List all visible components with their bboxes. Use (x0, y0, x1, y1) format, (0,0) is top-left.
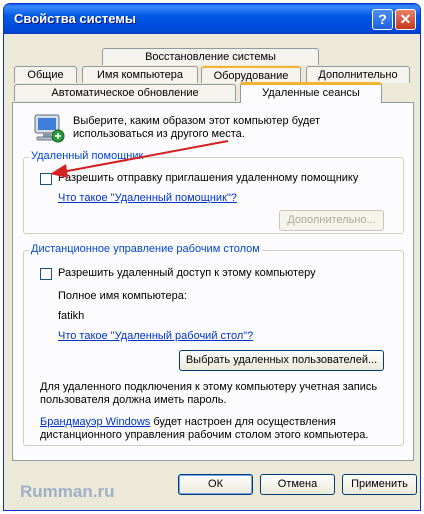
tab-remote-sessions[interactable]: Удаленные сеансы (240, 82, 382, 103)
tab-advanced[interactable]: Дополнительно (306, 66, 410, 83)
allow-remote-access-checkbox[interactable] (40, 268, 52, 280)
window-title: Свойства системы (14, 11, 136, 26)
tab-label: Восстановление системы (145, 51, 276, 63)
computer-name-value: fatikh (58, 310, 85, 322)
tab-hardware[interactable]: Оборудование (201, 66, 301, 83)
apply-label: Применить (351, 478, 408, 490)
select-remote-users-label: Выбрать удаленных пользователей... (185, 354, 378, 366)
computer-name-label: Полное имя компьютера: (58, 290, 187, 302)
what-is-remote-assistance-link[interactable]: Что такое "Удаленный помощник"? (58, 192, 237, 204)
cancel-button[interactable]: Отмена (260, 474, 335, 495)
intro-text-line2: использоваться из другого места. (73, 128, 245, 140)
advanced-button[interactable]: Дополнительно... (279, 210, 384, 231)
tab-label: Автоматическое обновление (51, 87, 199, 99)
tab-general[interactable]: Общие (14, 66, 77, 83)
intro-text-line1: Выберите, каким образом этот компьютер б… (73, 115, 321, 127)
firewall-note-rest: будет настроен для осуществления (150, 416, 336, 428)
cancel-label: Отмена (277, 478, 318, 490)
allow-invitations-label[interactable]: Разрешить отправку приглашения удаленном… (58, 172, 358, 184)
allow-invitations-checkbox[interactable] (40, 173, 52, 185)
password-note-line1: Для удаленного подключения к этому компь… (40, 381, 378, 393)
apply-button[interactable]: Применить (342, 474, 417, 495)
advanced-button-label: Дополнительно... (287, 214, 376, 226)
tab-system-restore[interactable]: Восстановление системы (102, 48, 319, 65)
system-properties-window: Свойства системы ? ✕ Восстановление сист… (3, 3, 421, 511)
help-icon: ? (378, 11, 387, 27)
firewall-note-line2: дистанционного управления рабочим столом… (40, 429, 369, 441)
tab-label: Общие (27, 69, 64, 81)
tab-automatic-updates[interactable]: Автоматическое обновление (14, 84, 236, 101)
title-bar[interactable]: Свойства системы ? ✕ (4, 4, 420, 34)
allow-remote-access-label[interactable]: Разрешить удаленный доступ к этому компь… (58, 267, 316, 279)
tab-label: Дополнительно (318, 69, 398, 81)
help-button[interactable]: ? (372, 9, 393, 30)
close-icon: ✕ (399, 11, 412, 27)
remote-computer-icon (34, 114, 65, 143)
tab-computer-name[interactable]: Имя компьютера (82, 66, 198, 83)
tab-label: Имя компьютера (96, 69, 184, 81)
tab-panel: Выберите, каким образом этот компьютер б… (12, 102, 414, 461)
password-note-line2: пользователя должна иметь пароль. (40, 394, 227, 406)
watermark: Rumman.ru (20, 482, 115, 501)
remote-assistance-group-label: Удаленный помощник (29, 150, 146, 162)
windows-firewall-link[interactable]: Брандмауэр Windows (40, 416, 150, 428)
firewall-note-line1: Брандмауэр Windows будет настроен для ос… (40, 416, 336, 428)
tab-label: Оборудование (213, 70, 289, 82)
remote-desktop-group-label: Дистанционное управление рабочим столом (29, 243, 262, 255)
tab-label: Удаленные сеансы (262, 87, 360, 99)
select-remote-users-button[interactable]: Выбрать удаленных пользователей... (179, 350, 384, 371)
ok-button[interactable]: ОК (178, 474, 253, 495)
ok-label: ОК (208, 478, 223, 490)
what-is-remote-desktop-link[interactable]: Что такое "Удаленный рабочий стол"? (58, 330, 253, 342)
close-button[interactable]: ✕ (395, 9, 416, 30)
